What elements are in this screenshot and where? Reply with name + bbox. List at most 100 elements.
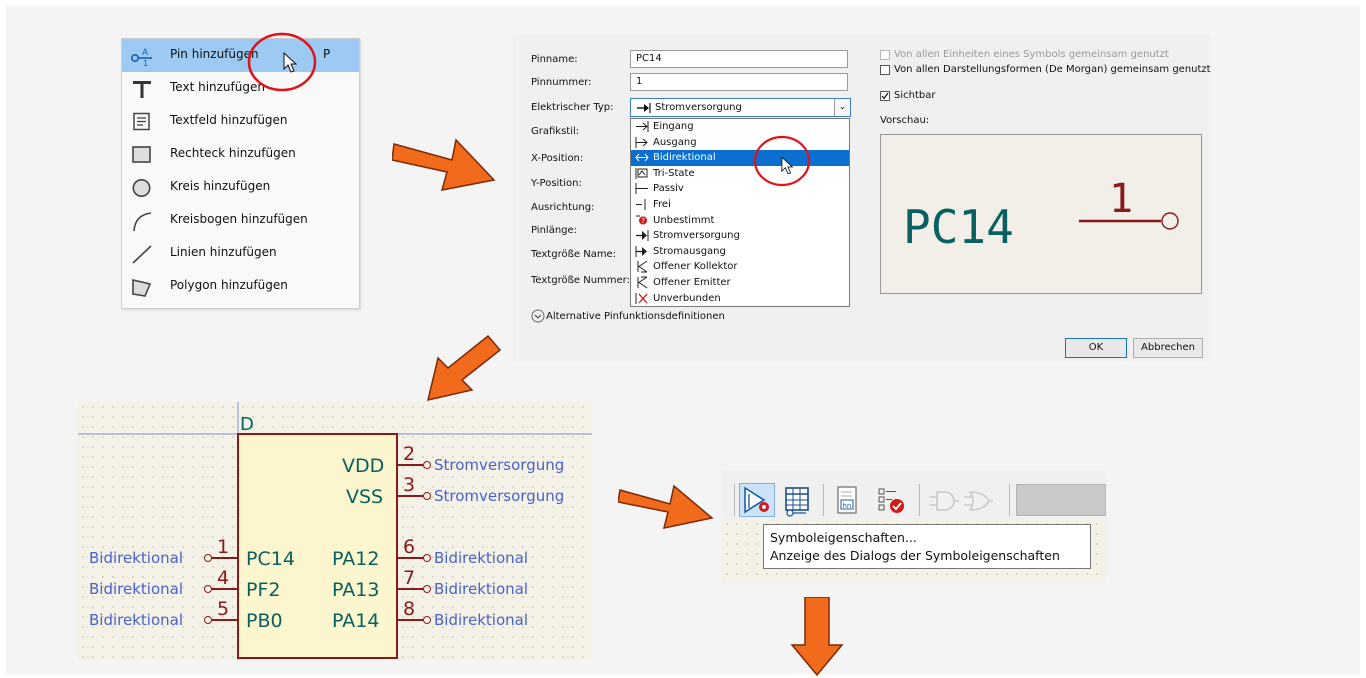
visible-label: Sichtbar — [894, 90, 936, 101]
highlight-circle-icon — [753, 135, 811, 187]
svg-text:A: A — [142, 48, 149, 58]
option-label: Bidirektional — [653, 152, 716, 164]
pinname-input[interactable]: PC14 — [630, 50, 848, 68]
pin-type: Stromversorgung — [434, 456, 564, 474]
option-label: Eingang — [653, 121, 694, 132]
option-unverbunden[interactable]: Unverbunden — [631, 291, 849, 307]
menu-item-label: Polygon hinzufügen — [170, 278, 288, 292]
option-offener-emitter[interactable]: Offener Emitter — [631, 275, 849, 291]
shared-units-checkbox[interactable] — [880, 50, 890, 60]
menu-item-add-pin[interactable]: A 1 Pin hinzufügen P — [122, 39, 359, 72]
option-ausgang[interactable]: Ausgang — [631, 135, 849, 151]
alternate-functions-link[interactable]: Alternative Pinfunktionsdefinitionen — [546, 311, 725, 322]
option-passiv[interactable]: Passiv — [631, 181, 849, 197]
pin-name: PB0 — [246, 610, 283, 632]
electrical-type-label: Elektrischer Typ: — [531, 102, 614, 113]
orientation-label: Ausrichtung: — [531, 202, 595, 213]
symbol-reference: D — [240, 414, 254, 435]
output-pin-icon — [635, 136, 648, 148]
option-tri-state[interactable]: Tri-State — [631, 166, 849, 182]
pin-type: Bidirektional — [434, 611, 528, 629]
pin-number: 3 — [403, 474, 415, 496]
arc-icon — [133, 212, 152, 232]
menu-item-label: Rechteck hinzufügen — [170, 146, 296, 160]
symbol-editor-toolbar: hn Symboleigenschaften... Anzeige des Di… — [722, 470, 1106, 582]
y-position-label: Y-Position: — [531, 178, 582, 189]
check-icon — [881, 92, 889, 100]
name-text-size-label: Textgröße Name: — [531, 249, 617, 260]
option-frei[interactable]: Frei — [631, 197, 849, 213]
option-eingang[interactable]: Eingang — [631, 119, 849, 135]
symbol-checker-icon[interactable] — [876, 485, 908, 517]
option-label: Offener Emitter — [653, 277, 731, 288]
menu-item-add-textbox[interactable]: Textfeld hinzufügen — [122, 105, 359, 138]
electrical-type-dropdown[interactable]: Stromversorgung ⌄ — [630, 98, 851, 117]
chevron-down-icon[interactable]: ⌄ — [834, 99, 850, 116]
unspecified-pin-icon: ? — [636, 215, 647, 225]
symbol-drawing: D VDD 2 Stromversorgung VSS 3 Stromverso… — [78, 402, 592, 660]
shared-demorgan-checkbox[interactable] — [880, 65, 890, 75]
toolbar-separator — [1009, 484, 1010, 516]
pin-name: PA12 — [332, 548, 379, 570]
expand-circle-icon[interactable] — [531, 309, 545, 323]
datasheet-icon[interactable]: hn — [835, 485, 861, 517]
pin-length-label: Pinlänge: — [531, 225, 578, 236]
open-collector-icon — [637, 260, 648, 273]
pinnummer-input[interactable]: 1 — [630, 73, 848, 91]
pin-preview-drawing: PC14 1 — [903, 176, 1179, 254]
or-gate-icon[interactable] — [962, 487, 994, 515]
not-connected-icon — [635, 292, 648, 304]
menu-item-label: Linien hinzufügen — [170, 245, 277, 259]
menu-item-add-circle[interactable]: Kreis hinzufügen — [122, 171, 359, 204]
tooltip-description: Anzeige des Dialogs der Symboleigenschaf… — [770, 548, 1060, 563]
option-label: Offener Kollektor — [653, 261, 738, 273]
menu-item-add-rectangle[interactable]: Rechteck hinzufügen — [122, 138, 359, 171]
pin-name: PF2 — [246, 579, 280, 601]
svg-text:?: ? — [641, 217, 645, 225]
option-label: Stromausgang — [653, 245, 726, 257]
ok-button[interactable]: OK — [1065, 338, 1127, 358]
shortcut-key: P — [323, 47, 331, 61]
visible-checkbox[interactable] — [880, 91, 890, 101]
menu-item-add-lines[interactable]: Linien hinzufügen — [122, 237, 359, 270]
shared-units-label: Von allen Einheiten eines Symbols gemein… — [894, 49, 1169, 60]
x-position-label: X-Position: — [531, 153, 584, 164]
unit-selector[interactable] — [1016, 484, 1106, 516]
pin-type: Bidirektional — [434, 549, 528, 567]
menu-item-add-arc[interactable]: Kreisbogen hinzufügen — [122, 204, 359, 237]
shared-demorgan-label: Von allen Darstellungsformen (De Morgan)… — [894, 64, 1211, 75]
option-label: Unverbunden — [653, 292, 721, 304]
pin-number: 4 — [217, 567, 229, 589]
menu-item-add-polygon[interactable]: Polygon hinzufügen — [122, 270, 359, 303]
pin-name: PA13 — [332, 579, 379, 601]
table-icon[interactable] — [784, 485, 812, 517]
pin-preview: PC14 1 — [880, 134, 1202, 294]
symbol-properties-button[interactable] — [739, 483, 775, 517]
pin-type: Bidirektional — [89, 580, 183, 598]
arrow-down-left-icon — [426, 334, 502, 401]
dropdown-value: Stromversorgung — [655, 102, 742, 113]
pinnummer-label: Pinnummer: — [531, 77, 592, 88]
option-offener-kollektor[interactable]: Offener Kollektor — [631, 259, 849, 275]
option-stromausgang[interactable]: Stromausgang — [631, 244, 849, 260]
pin-icon: A 1 — [130, 48, 152, 67]
power-output-icon — [635, 245, 647, 257]
cancel-button[interactable]: Abbrechen — [1133, 338, 1203, 358]
svg-text:1: 1 — [143, 59, 148, 67]
option-label: Unbestimmt — [653, 214, 715, 226]
open-emitter-icon — [637, 276, 648, 289]
option-label: Passiv — [653, 183, 684, 195]
menu-item-label: Kreis hinzufügen — [170, 179, 271, 193]
and-gate-icon[interactable] — [928, 487, 960, 515]
menu-item-add-text[interactable]: Text hinzufügen — [122, 72, 359, 105]
text-icon — [133, 81, 151, 98]
option-unbestimmt[interactable]: ? Unbestimmt — [631, 213, 849, 229]
option-bidirektional[interactable]: Bidirektional — [631, 150, 849, 166]
svg-text:hn: hn — [843, 502, 852, 510]
symbol-properties-icon — [744, 486, 769, 514]
pin-number: 6 — [403, 536, 415, 558]
pin-name: PC14 — [246, 548, 295, 570]
option-stromversorgung[interactable]: Stromversorgung — [631, 228, 849, 244]
toolbar-separator — [919, 484, 920, 516]
pin-type: Bidirektional — [434, 580, 528, 598]
